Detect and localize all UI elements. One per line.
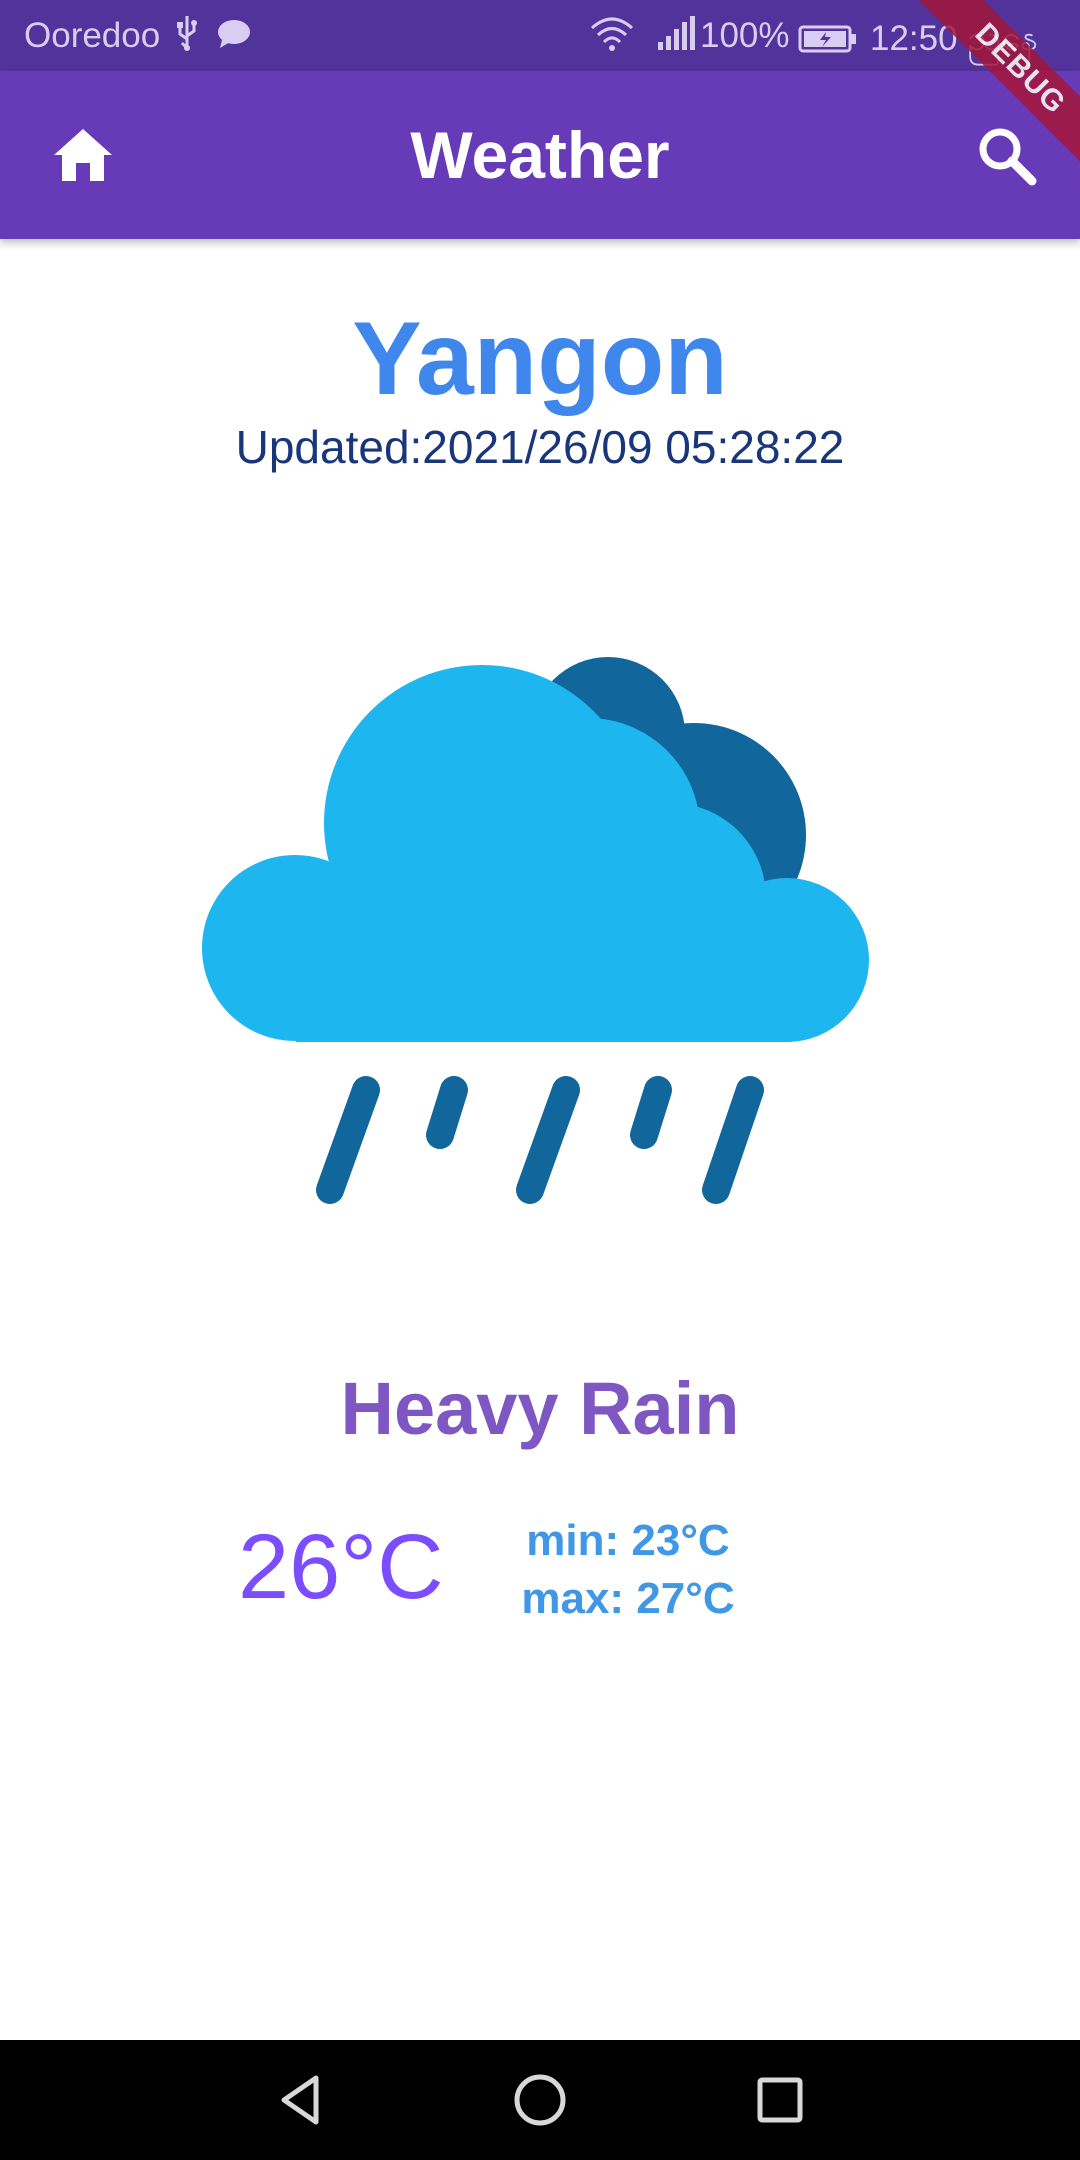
heavy-rain-cloud-icon <box>196 630 886 1210</box>
home-circle-icon <box>514 2074 566 2126</box>
signal-icon <box>656 16 696 61</box>
city-name: Yangon <box>352 301 728 417</box>
nav-home-button[interactable] <box>508 2068 572 2132</box>
min-max-temperature: min: 23°C max: 27°C <box>508 1512 748 1628</box>
system-nav-bar <box>0 2040 1080 2160</box>
nav-back-button[interactable] <box>270 2068 334 2132</box>
updated-timestamp: Updated:2021/26/09 05:28:22 <box>235 421 845 473</box>
debug-banner: DEBUG <box>900 0 1080 180</box>
max-temperature: max: 27°C <box>521 1574 735 1623</box>
carrier-name: Ooredoo <box>24 16 161 55</box>
usb-icon <box>172 14 202 61</box>
chat-icon <box>216 18 252 59</box>
nav-recents-button[interactable] <box>748 2068 812 2132</box>
min-temperature: min: 23°C <box>526 1516 730 1565</box>
wifi-icon <box>590 16 634 61</box>
back-triangle-icon <box>281 2075 319 2125</box>
battery-icon <box>798 22 858 62</box>
current-temperature: 26°C <box>238 1516 444 1618</box>
weather-screen: Ooredoo 100% 12:50 ညနေ Weather DEBUG Yan… <box>0 0 1080 2160</box>
battery-percent: 100% <box>700 16 790 55</box>
recents-square-icon <box>757 2077 803 2123</box>
debug-label: DEBUG <box>911 0 1080 178</box>
weather-condition: Heavy Rain <box>340 1367 740 1450</box>
